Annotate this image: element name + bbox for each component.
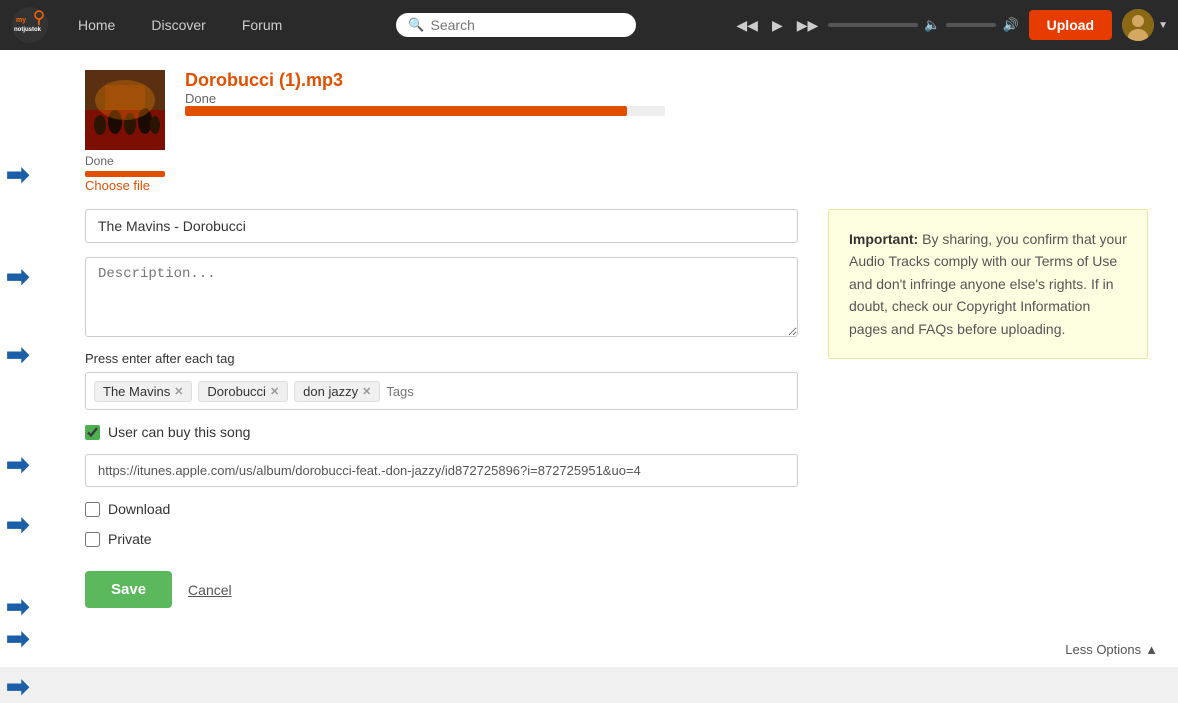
form-section: Press enter after each tag The Mavins ✕ … bbox=[85, 209, 1148, 608]
search-box: 🔍 bbox=[396, 13, 636, 37]
tag-label: Dorobucci bbox=[207, 384, 266, 399]
buy-checkbox-row: User can buy this song bbox=[85, 424, 798, 440]
tag-remove-dorobucci[interactable]: ✕ bbox=[270, 385, 279, 398]
nav-search-area: 🔍 bbox=[300, 13, 732, 37]
download-checkbox-row: Download bbox=[85, 501, 798, 517]
thumbnail-area: Done Choose file bbox=[85, 70, 165, 193]
track-header: Done Choose file Dorobucci (1).mp3 Done bbox=[85, 70, 1148, 193]
chevron-down-icon: ▼ bbox=[1158, 20, 1168, 31]
arrow-7: ➡ bbox=[6, 622, 29, 655]
track-thumbnail bbox=[85, 70, 165, 150]
tag-remove-donjazzy[interactable]: ✕ bbox=[362, 385, 371, 398]
buy-checkbox-label: User can buy this song bbox=[108, 424, 250, 440]
tag-remove-mavins[interactable]: ✕ bbox=[174, 385, 183, 398]
player-controls: ◀◀ ▶ ▶▶ 🔈 🔊 bbox=[732, 15, 1018, 36]
form-left: Press enter after each tag The Mavins ✕ … bbox=[85, 209, 798, 608]
player-progress-bar[interactable] bbox=[828, 23, 918, 27]
tag-item: don jazzy ✕ bbox=[294, 381, 380, 402]
avatar bbox=[1122, 9, 1154, 41]
arrow-4: ➡ bbox=[6, 448, 29, 481]
upload-progress-area: Done bbox=[85, 154, 165, 177]
search-input[interactable] bbox=[431, 17, 625, 33]
content-inner: Done Choose file Dorobucci (1).mp3 Done bbox=[30, 70, 1148, 608]
svg-text:my: my bbox=[16, 17, 26, 24]
main-content: ➡ ➡ ➡ ➡ ➡ ➡ ➡ ➡ bbox=[0, 50, 1178, 667]
title-input[interactable] bbox=[85, 209, 798, 243]
tag-item: The Mavins ✕ bbox=[94, 381, 192, 402]
track-thumb-image bbox=[85, 70, 165, 150]
tags-section: Press enter after each tag The Mavins ✕ … bbox=[85, 351, 798, 410]
search-icon: 🔍 bbox=[408, 17, 424, 33]
volume-icon: 🔈 bbox=[924, 17, 940, 33]
user-area[interactable]: ▼ bbox=[1122, 9, 1168, 41]
tags-input[interactable] bbox=[386, 384, 789, 399]
logo[interactable]: my notjustok bbox=[10, 5, 50, 45]
download-label: Download bbox=[108, 501, 170, 517]
arrow-8: ➡ bbox=[6, 670, 29, 703]
play-button[interactable]: ▶ bbox=[768, 15, 787, 36]
arrow-3: ➡ bbox=[6, 338, 29, 371]
volume-high-icon: 🔊 bbox=[1002, 17, 1018, 33]
done-status: Done bbox=[85, 154, 165, 168]
nav-links: Home Discover Forum bbox=[60, 0, 300, 50]
arrow-2: ➡ bbox=[6, 260, 29, 293]
tag-label: The Mavins bbox=[103, 384, 170, 399]
track-details: Dorobucci (1).mp3 Done bbox=[185, 70, 665, 116]
prev-button[interactable]: ◀◀ bbox=[732, 15, 762, 36]
volume-bar[interactable] bbox=[946, 23, 996, 27]
track-filename: Dorobucci (1).mp3 bbox=[185, 70, 665, 91]
buy-checkbox[interactable] bbox=[85, 425, 100, 440]
mini-progress-bar bbox=[85, 171, 165, 177]
nav-discover[interactable]: Discover bbox=[133, 0, 223, 50]
arrow-1: ➡ bbox=[6, 158, 29, 191]
description-textarea[interactable] bbox=[85, 257, 798, 337]
upload-button[interactable]: Upload bbox=[1029, 10, 1112, 40]
important-box: Important: By sharing, you confirm that … bbox=[828, 209, 1148, 359]
less-options[interactable]: Less Options ▲ bbox=[1065, 642, 1158, 657]
arrow-5: ➡ bbox=[6, 508, 29, 541]
download-checkbox[interactable] bbox=[85, 502, 100, 517]
track-status-text: Done bbox=[185, 91, 665, 106]
tags-label: Press enter after each tag bbox=[85, 351, 798, 366]
progress-bar-fill bbox=[185, 106, 627, 116]
chevron-up-icon: ▲ bbox=[1145, 642, 1158, 657]
save-button[interactable]: Save bbox=[85, 571, 172, 608]
private-checkbox[interactable] bbox=[85, 532, 100, 547]
logo-icon: my notjustok bbox=[10, 5, 50, 45]
nav-forum[interactable]: Forum bbox=[224, 0, 300, 50]
nav-home[interactable]: Home bbox=[60, 0, 133, 50]
private-label: Private bbox=[108, 531, 152, 547]
private-checkbox-row: Private bbox=[85, 531, 798, 547]
navbar: my notjustok Home Discover Forum 🔍 ◀◀ ▶ … bbox=[0, 0, 1178, 50]
progress-bar-wrap bbox=[185, 106, 665, 116]
tag-label: don jazzy bbox=[303, 384, 358, 399]
less-options-label: Less Options bbox=[1065, 642, 1141, 657]
svg-text:notjustok: notjustok bbox=[14, 27, 42, 33]
arrow-6: ➡ bbox=[6, 590, 29, 623]
choose-file-link[interactable]: Choose file bbox=[85, 178, 150, 193]
important-bold-text: Important: bbox=[849, 231, 918, 247]
next-button[interactable]: ▶▶ bbox=[793, 15, 823, 36]
buy-link-input[interactable] bbox=[85, 454, 798, 487]
cancel-link[interactable]: Cancel bbox=[188, 582, 232, 598]
tag-item: Dorobucci ✕ bbox=[198, 381, 288, 402]
bottom-actions: Save Cancel bbox=[85, 571, 798, 608]
tags-container[interactable]: The Mavins ✕ Dorobucci ✕ don jazzy ✕ bbox=[85, 372, 798, 410]
